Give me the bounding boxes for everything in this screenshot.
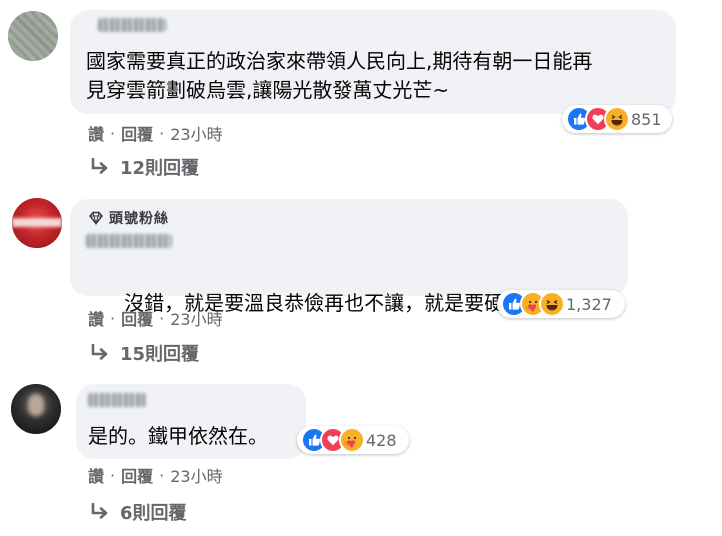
comment-actions: 讚 · 回覆 · 23小時	[88, 463, 223, 487]
reply-arrow-icon	[91, 344, 108, 360]
comment-text-line-1: 國家需要真正的政治家來帶領人民向上,期待有朝一日能再	[86, 49, 593, 73]
comment-bubble: 國家需要真正的政治家來帶領人民向上,期待有朝一日能再 見穿雲箭劃破烏雲,讓陽光散…	[70, 10, 676, 114]
reaction-count: 1,327	[566, 294, 612, 314]
separator-dot: ·	[110, 308, 116, 328]
reaction-summary[interactable]: 428	[297, 426, 409, 454]
replies-count-label: 12則回覆	[120, 158, 200, 179]
author-name[interactable]	[98, 18, 166, 32]
timestamp[interactable]: 23小時	[170, 306, 222, 330]
top-fan-badge[interactable]: 頭號粉絲	[88, 208, 169, 228]
haha-icon	[604, 106, 630, 132]
reply-arrow-icon	[91, 503, 108, 519]
avatar[interactable]	[11, 384, 61, 434]
replies-count-label: 6則回覆	[120, 503, 187, 524]
separator-dot: ·	[159, 123, 165, 143]
separator-dot: ·	[159, 465, 165, 485]
avatar[interactable]	[12, 198, 62, 248]
reaction-summary[interactable]: 851	[562, 105, 672, 133]
comment-bubble: 頭號粉絲 沒錯，就是要溫良恭儉再也不讓，就是要硬起來。	[70, 199, 628, 315]
comment-actions: 讚 · 回覆 · 23小時	[88, 121, 223, 145]
haha-icon	[539, 291, 565, 317]
separator-dot: ·	[110, 123, 116, 143]
separator-dot: ·	[110, 465, 116, 485]
separator-dot: ·	[159, 308, 165, 328]
reply-button[interactable]: 回覆	[121, 121, 153, 145]
view-replies-link[interactable]: 12則回覆	[90, 154, 199, 180]
author-name[interactable]	[86, 234, 172, 248]
reaction-count: 428	[366, 430, 397, 450]
top-fan-label: 頭號粉絲	[109, 211, 169, 227]
top-fan-diamond-icon	[89, 211, 103, 226]
avatar[interactable]	[8, 11, 58, 61]
reply-arrow-icon	[91, 158, 108, 174]
timestamp[interactable]: 23小時	[170, 463, 222, 487]
comment-text: 是的。鐵甲依然在。	[88, 424, 268, 448]
author-name[interactable]	[88, 393, 146, 407]
replies-count-label: 15則回覆	[120, 344, 200, 365]
reaction-count: 851	[631, 109, 662, 129]
like-button[interactable]: 讚	[88, 121, 104, 145]
reply-button[interactable]: 回覆	[121, 463, 153, 487]
like-button[interactable]: 讚	[88, 463, 104, 487]
view-replies-link[interactable]: 15則回覆	[90, 340, 199, 366]
comment-text-line-2: 見穿雲箭劃破烏雲,讓陽光散發萬丈光芒~	[86, 78, 450, 102]
care-icon	[339, 427, 365, 453]
timestamp[interactable]: 23小時	[170, 121, 222, 145]
comment-bubble: 是的。鐵甲依然在。	[76, 384, 306, 459]
reaction-summary[interactable]: 1,327	[497, 290, 625, 318]
comment-actions: 讚 · 回覆 · 23小時	[88, 306, 223, 330]
view-replies-link[interactable]: 6則回覆	[90, 499, 187, 525]
reply-button[interactable]: 回覆	[121, 306, 153, 330]
like-button[interactable]: 讚	[88, 306, 104, 330]
